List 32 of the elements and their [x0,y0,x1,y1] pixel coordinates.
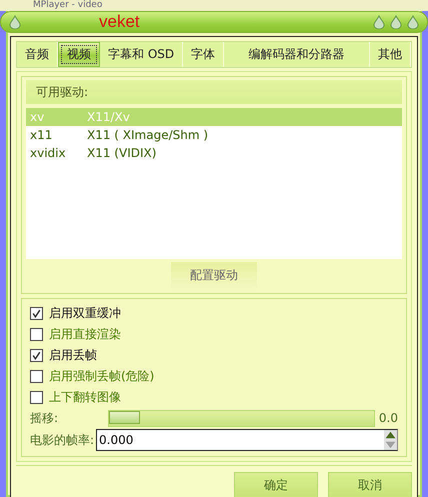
list-header: 可用驱动: [26,80,402,104]
checkbox[interactable] [30,349,43,362]
ok-button[interactable]: 确定 [234,472,318,497]
tab[interactable]: 视频 [58,42,100,67]
slider-thumb[interactable] [109,410,140,424]
checkbox[interactable] [30,307,43,320]
slider-track[interactable] [108,410,375,426]
window-button-icon[interactable] [373,15,385,29]
tab[interactable]: 字体 [183,42,224,67]
list-row[interactable]: xvidix X11 (VIDIX) [26,144,402,162]
fps-label: 电影的帧率: [30,432,94,448]
cancel-button[interactable]: 取消 [328,472,412,497]
configure-driver-button[interactable]: 配置驱动 [171,262,257,289]
background-window-title: MPlayer - video [0,0,428,11]
checkbox-label: 启用直接渲染 [49,326,121,343]
window-button-icon[interactable] [407,15,419,29]
checkbox-label: 上下翻转图像 [49,389,121,406]
checkbox[interactable] [30,391,43,404]
checkbox-label: 启用双重缓冲 [49,305,121,322]
checkbox[interactable] [30,328,43,341]
list-row[interactable]: x11 X11 ( XImage/Shm ) [26,126,402,144]
window-button-icon[interactable] [9,15,21,29]
window-button-icon[interactable] [390,15,402,29]
checkbox-label: 启用强制丢帧(危险) [49,368,154,385]
window-title: veket [99,12,141,32]
panscan-label: 摇移: [30,410,60,426]
checkbox-label: 启用丢帧 [49,347,97,364]
slider-value: 0.0 [378,411,398,425]
tab[interactable]: 字幕和 OSD [100,42,184,67]
tab[interactable]: 编解码器和分路器 [224,42,370,67]
tab[interactable]: 其他 [370,42,411,67]
checkbox[interactable] [30,370,43,383]
